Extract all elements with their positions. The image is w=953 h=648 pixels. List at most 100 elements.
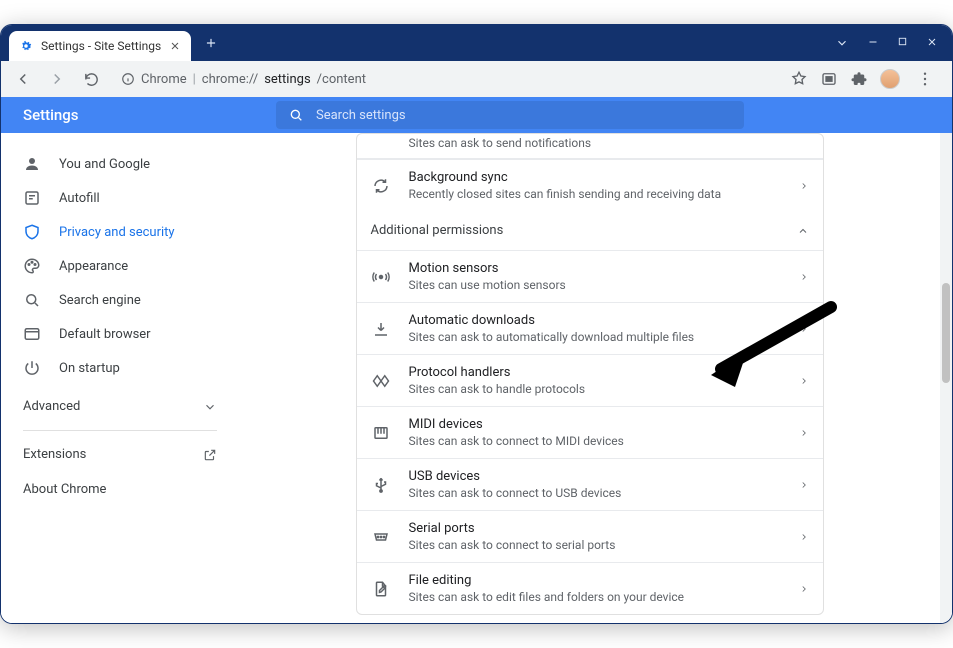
row-background-sync[interactable]: Background sync Recently closed sites can…	[357, 159, 823, 211]
sidebar-item-label: You and Google	[59, 157, 150, 172]
sidebar-item-label: Search engine	[59, 293, 141, 308]
new-tab-button[interactable]	[197, 29, 225, 57]
row-title: Background sync	[409, 170, 781, 185]
protocol-icon	[371, 371, 391, 391]
midi-icon	[371, 423, 391, 443]
chevron-up-icon	[797, 225, 809, 237]
sidebar-item-label: Privacy and security	[59, 225, 175, 240]
url-path-tail: /content	[317, 72, 366, 87]
settings-content[interactable]: Sites can ask to send notifications Back…	[239, 133, 940, 623]
sidebar-advanced-toggle[interactable]: Advanced	[1, 385, 239, 424]
about-label: About Chrome	[23, 482, 106, 497]
row-subtitle: Sites can ask to connect to serial ports	[409, 538, 781, 552]
chevron-right-icon	[799, 272, 809, 282]
row-title: Automatic downloads	[409, 313, 781, 328]
autofill-icon	[23, 189, 41, 207]
row-serial-ports[interactable]: Serial ports Sites can ask to connect to …	[357, 510, 823, 562]
sidebar-item-label: Default browser	[59, 327, 151, 342]
scrollbar-track[interactable]	[940, 133, 952, 623]
chevron-right-icon	[799, 181, 809, 191]
row-title: Protocol handlers	[409, 365, 781, 380]
gear-icon	[19, 39, 33, 53]
serial-icon	[371, 527, 391, 547]
close-window-icon[interactable]	[926, 36, 938, 50]
section-title: Additional permissions	[371, 223, 504, 238]
row-subtitle: Sites can ask to handle protocols	[409, 382, 781, 396]
chrome-menu-icon[interactable]	[912, 70, 938, 88]
address-bar: Chrome | chrome://settings/content	[1, 61, 952, 97]
row-motion-sensors[interactable]: Motion sensors Sites can use motion senso…	[357, 250, 823, 302]
chevron-right-icon	[799, 376, 809, 386]
row-protocol-handlers[interactable]: Protocol handlers Sites can ask to handle…	[357, 354, 823, 406]
minimize-icon[interactable]	[867, 36, 879, 50]
external-link-icon	[203, 448, 217, 462]
row-file-editing[interactable]: File editingSites can ask to edit files …	[357, 562, 823, 614]
sync-icon	[371, 176, 391, 196]
sidebar-item-on-startup[interactable]: On startup	[1, 351, 239, 385]
sidebar-item-default-browser[interactable]: Default browser	[1, 317, 239, 351]
file-edit-icon	[371, 579, 391, 599]
page-title: Settings	[1, 106, 276, 124]
palette-icon	[23, 257, 41, 275]
extensions-puzzle-icon[interactable]	[850, 70, 868, 88]
row-subtitle: Sites can ask to automatically download …	[409, 330, 781, 344]
search-input[interactable]	[316, 108, 732, 123]
site-info-icon[interactable]	[121, 72, 135, 86]
sidebar-item-appearance[interactable]: Appearance	[1, 249, 239, 283]
sidebar-item-search-engine[interactable]: Search engine	[1, 283, 239, 317]
row-title: Motion sensors	[409, 261, 781, 276]
sidebar-item-about-chrome[interactable]: About Chrome	[1, 472, 239, 507]
search-icon	[23, 291, 41, 309]
scrollbar-thumb[interactable]	[942, 283, 950, 383]
forward-button[interactable]	[43, 65, 71, 93]
person-icon	[23, 155, 41, 173]
profile-avatar[interactable]	[880, 69, 900, 89]
close-tab-icon[interactable]	[169, 40, 181, 52]
window-controls	[835, 36, 952, 50]
chevron-right-icon	[799, 480, 809, 490]
browser-tab[interactable]: Settings - Site Settings	[9, 31, 191, 61]
row-midi-devices[interactable]: MIDI devices Sites can ask to connect to …	[357, 406, 823, 458]
sidebar-item-privacy-security[interactable]: Privacy and security	[1, 215, 239, 249]
chevron-right-icon	[799, 324, 809, 334]
url-path-emph: settings	[264, 72, 310, 87]
search-settings-field[interactable]	[276, 101, 744, 129]
row-notifications-truncated[interactable]: Sites can ask to send notifications	[357, 134, 823, 159]
row-title: MIDI devices	[409, 417, 781, 432]
chevron-down-icon	[203, 400, 217, 414]
chevron-right-icon	[799, 584, 809, 594]
chevron-right-icon	[799, 532, 809, 542]
browser-icon	[23, 325, 41, 343]
sidebar-item-you-and-google[interactable]: You and Google	[1, 147, 239, 181]
url-scheme: chrome://	[202, 72, 258, 87]
maximize-icon[interactable]	[897, 36, 908, 50]
sidebar-item-label: Appearance	[59, 259, 128, 274]
reload-button[interactable]	[77, 65, 105, 93]
settings-sidebar: You and Google Autofill Privacy and secu…	[1, 133, 239, 623]
row-usb-devices[interactable]: USB devicesSites can ask to connect to U…	[357, 458, 823, 510]
bookmark-star-icon[interactable]	[790, 70, 808, 88]
settings-header: Settings	[1, 97, 952, 133]
chevron-right-icon	[799, 428, 809, 438]
row-title: File editing	[409, 573, 781, 588]
url-field[interactable]: Chrome | chrome://settings/content	[111, 65, 778, 93]
row-automatic-downloads[interactable]: Automatic downloads Sites can ask to auto…	[357, 302, 823, 354]
search-icon	[288, 107, 304, 123]
sidebar-item-extensions[interactable]: Extensions	[1, 437, 239, 472]
reader-icon[interactable]	[820, 70, 838, 88]
sidebar-item-autofill[interactable]: Autofill	[1, 181, 239, 215]
row-subtitle: Sites can ask to connect to MIDI devices	[409, 434, 781, 448]
section-additional-permissions[interactable]: Additional permissions	[357, 211, 823, 250]
row-subtitle: Sites can use motion sensors	[409, 278, 781, 292]
sidebar-item-label: On startup	[59, 361, 120, 376]
row-title: Serial ports	[409, 521, 781, 536]
extensions-label: Extensions	[23, 447, 86, 462]
row-subtitle: Sites can ask to send notifications	[409, 136, 592, 150]
back-button[interactable]	[9, 65, 37, 93]
row-subtitle: Recently closed sites can finish sending…	[409, 187, 781, 201]
row-subtitle: Sites can ask to connect to USB devices	[409, 486, 781, 500]
window-dropdown-icon[interactable]	[835, 36, 849, 50]
divider	[23, 430, 217, 431]
window-titlebar: Settings - Site Settings	[1, 25, 952, 61]
tab-title: Settings - Site Settings	[41, 39, 161, 53]
